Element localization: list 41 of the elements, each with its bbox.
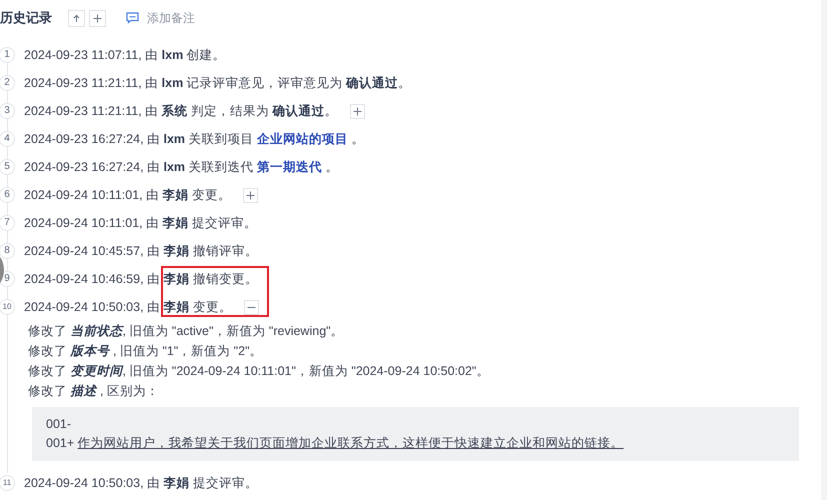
step-number: 6 bbox=[0, 187, 15, 203]
change-line: 修改了 版本号 , 旧值为 "1"，新值为 "2"。 bbox=[28, 343, 264, 360]
step-number: 3 bbox=[0, 103, 15, 119]
history-entry: 2024-09-23 11:07:11, 由 lxm 创建。 bbox=[24, 46, 226, 64]
add-button[interactable] bbox=[89, 10, 106, 26]
diff-text: 作为网站用户，我希望关于我们页面增加企业联系方式，这样便于快速建立企业和网站的链接。 bbox=[78, 436, 624, 450]
step-number: 2 bbox=[0, 75, 15, 91]
plus-icon bbox=[352, 106, 362, 116]
diff-marker: 001+ bbox=[46, 436, 74, 450]
collapse-button[interactable] bbox=[244, 300, 259, 314]
step-number: 11 bbox=[0, 475, 15, 491]
history-entry: 2024-09-24 10:11:01, 由 李娟 变更。 bbox=[24, 186, 232, 204]
move-up-button[interactable] bbox=[68, 10, 85, 26]
history-entry: 2024-09-24 10:46:59, 由 李娟 撤销变更。 bbox=[24, 270, 258, 288]
history-entry: 2024-09-24 10:45:57, 由 李娟 撤销评审。 bbox=[24, 242, 258, 260]
change-line: 修改了 变更时间, 旧值为 "2024-09-24 10:11:01"，新值为 "2024-09-24 10:50:02"。 bbox=[28, 363, 490, 380]
history-entry: 2024-09-24 10:11:01, 由 李娟 提交评审。 bbox=[24, 214, 258, 232]
step-number: 7 bbox=[0, 215, 15, 231]
diff-marker: 001- bbox=[46, 417, 72, 431]
history-entry: 2024-09-23 11:21:11, 由 系统 判定，结果为 确认通过。 bbox=[24, 102, 338, 120]
plus-icon bbox=[93, 14, 102, 22]
history-entry: 2024-09-23 16:27:24, 由 lxm 关联到迭代 第一期迭代 。 bbox=[24, 158, 338, 176]
history-entry: 2024-09-24 10:50:03, 由 李娟 提交评审。 bbox=[24, 474, 258, 492]
step-number: 8 bbox=[0, 243, 15, 259]
history-entry: 2024-09-23 11:21:11, 由 lxm 记录评审意见，评审意见为 确认通过。 bbox=[24, 74, 412, 92]
step-number: 5 bbox=[0, 159, 15, 175]
step-number: 10 bbox=[0, 299, 15, 315]
comment-icon bbox=[126, 12, 139, 24]
step-number: 4 bbox=[0, 131, 15, 147]
expand-button[interactable] bbox=[350, 104, 365, 118]
change-line: 修改了 当前状态, 旧值为 "active"，新值为 "reviewing"。 bbox=[28, 323, 345, 340]
link[interactable]: 第一期迭代 bbox=[257, 160, 322, 174]
link[interactable]: 企业网站的项目 bbox=[257, 132, 348, 146]
plus-icon bbox=[246, 190, 256, 200]
arrow-up-icon bbox=[72, 14, 81, 22]
step-number: 1 bbox=[0, 47, 15, 63]
history-entry: 2024-09-23 16:27:24, 由 lxm 关联到项目 企业网站的项目 。 bbox=[24, 130, 364, 148]
section-title: 历史记录 bbox=[0, 9, 52, 28]
change-line: 修改了 描述 , 区别为： bbox=[28, 383, 160, 400]
expand-button[interactable] bbox=[243, 188, 258, 202]
history-entry: 2024-09-24 10:50:03, 由 李娟 变更。 bbox=[24, 298, 232, 316]
